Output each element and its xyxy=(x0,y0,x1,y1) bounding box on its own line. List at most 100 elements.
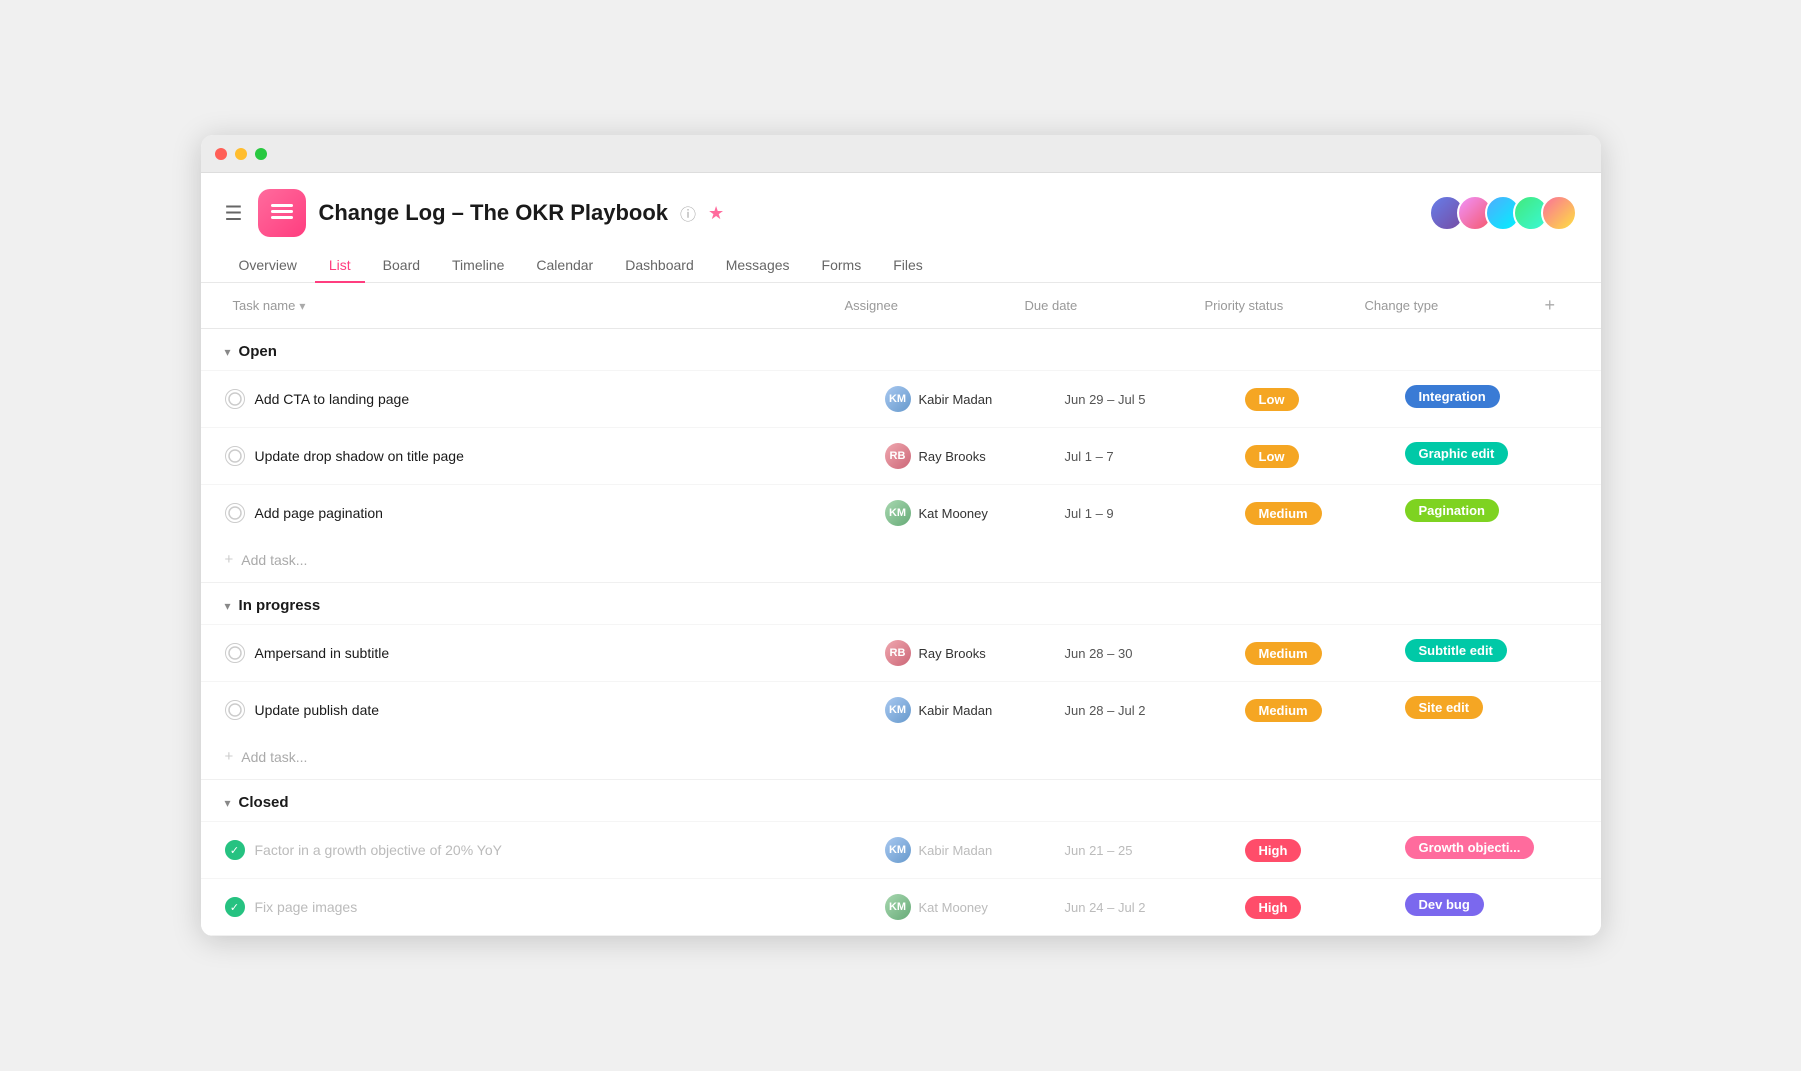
priority-badge[interactable]: Medium xyxy=(1245,699,1322,722)
task-status-icon[interactable] xyxy=(225,389,245,409)
info-icon[interactable]: ⓘ xyxy=(680,201,696,225)
maximize-button[interactable] xyxy=(255,148,267,160)
priority-cell: Medium xyxy=(1237,488,1397,539)
task-name[interactable]: Factor in a growth objective of 20% YoY xyxy=(255,828,502,872)
duedate-cell: Jun 28 – 30 xyxy=(1057,632,1237,675)
close-button[interactable] xyxy=(215,148,227,160)
tab-overview[interactable]: Overview xyxy=(225,249,311,283)
task-status-icon[interactable]: ✓ xyxy=(225,840,245,860)
changetype-cell: Integration xyxy=(1397,371,1577,427)
changetype-badge[interactable]: Graphic edit xyxy=(1405,442,1509,465)
col-header-priority: Priority status xyxy=(1197,286,1357,325)
assignee-name: Kat Mooney xyxy=(919,506,988,521)
task-name-cell: ✓ Fix page images xyxy=(225,885,877,929)
task-status-icon[interactable] xyxy=(225,446,245,466)
duedate-value: Jun 24 – Jul 2 xyxy=(1065,900,1146,915)
assignee-avatar: KM xyxy=(885,386,911,412)
task-status-icon[interactable]: ✓ xyxy=(225,897,245,917)
changetype-badge[interactable]: Growth objecti... xyxy=(1405,836,1535,859)
table-row: Add page pagination KM Kat Mooney Jul 1 … xyxy=(201,484,1601,541)
col-add-header: + xyxy=(1537,283,1577,328)
task-name-cell: Add page pagination xyxy=(225,491,877,535)
star-icon[interactable]: ★ xyxy=(708,203,724,224)
section-closed-header[interactable]: ▾ Closed xyxy=(201,780,1601,821)
tab-calendar[interactable]: Calendar xyxy=(522,249,607,283)
assignee-name: Kabir Madan xyxy=(919,703,993,718)
app-icon xyxy=(258,189,306,237)
changetype-badge[interactable]: Site edit xyxy=(1405,696,1484,719)
section-inprogress-header[interactable]: ▾ In progress xyxy=(201,583,1601,624)
assignee-name: Kabir Madan xyxy=(919,843,993,858)
assignee-name: Ray Brooks xyxy=(919,646,986,661)
task-name[interactable]: Update drop shadow on title page xyxy=(255,434,464,478)
priority-badge[interactable]: Low xyxy=(1245,388,1299,411)
changetype-badge[interactable]: Pagination xyxy=(1405,499,1499,522)
duedate-value: Jun 28 – 30 xyxy=(1065,646,1133,661)
tab-board[interactable]: Board xyxy=(369,249,434,283)
assignee-cell: KM Kabir Madan xyxy=(877,372,1057,426)
priority-badge[interactable]: High xyxy=(1245,839,1302,862)
task-status-icon[interactable] xyxy=(225,643,245,663)
titlebar xyxy=(201,135,1601,173)
add-column-icon[interactable]: + xyxy=(1545,295,1556,316)
assignee-avatar: KM xyxy=(885,697,911,723)
task-sort-icon[interactable]: ▾ xyxy=(299,299,305,313)
task-name[interactable]: Ampersand in subtitle xyxy=(255,631,390,675)
add-task-icon: + xyxy=(225,748,234,765)
app-content: ☰ Change Log – The OKR Playbook ⓘ ★ xyxy=(201,173,1601,936)
duedate-value: Jun 21 – 25 xyxy=(1065,843,1133,858)
changetype-cell: Growth objecti... xyxy=(1397,822,1577,878)
duedate-value: Jul 1 – 7 xyxy=(1065,449,1114,464)
assignee-name: Kat Mooney xyxy=(919,900,988,915)
tab-files[interactable]: Files xyxy=(879,249,937,283)
col-header-changetype: Change type xyxy=(1357,286,1537,325)
add-task-icon: + xyxy=(225,551,234,568)
tab-bar: Overview List Board Timeline Calendar Da… xyxy=(201,249,1601,283)
avatar-5[interactable] xyxy=(1541,195,1577,231)
priority-badge[interactable]: High xyxy=(1245,896,1302,919)
col-header-assignee: Assignee xyxy=(837,286,1017,325)
tab-messages[interactable]: Messages xyxy=(712,249,804,283)
priority-cell: High xyxy=(1237,882,1397,933)
priority-badge[interactable]: Medium xyxy=(1245,502,1322,525)
col-header-task: Task name ▾ xyxy=(225,286,837,325)
duedate-cell: Jun 29 – Jul 5 xyxy=(1057,378,1237,421)
assignee-avatar: KM xyxy=(885,837,911,863)
assignee-cell: KM Kat Mooney xyxy=(877,486,1057,540)
assignee-cell: RB Ray Brooks xyxy=(877,626,1057,680)
add-task-label: Add task... xyxy=(241,552,307,568)
changetype-cell: Dev bug xyxy=(1397,879,1577,935)
duedate-cell: Jul 1 – 9 xyxy=(1057,492,1237,535)
column-headers: Task name ▾ Assignee Due date Priority s… xyxy=(201,283,1601,329)
tab-dashboard[interactable]: Dashboard xyxy=(611,249,708,283)
tab-list[interactable]: List xyxy=(315,249,365,283)
changetype-badge[interactable]: Integration xyxy=(1405,385,1500,408)
tab-timeline[interactable]: Timeline xyxy=(438,249,518,283)
minimize-button[interactable] xyxy=(235,148,247,160)
priority-badge[interactable]: Medium xyxy=(1245,642,1322,665)
task-name[interactable]: Add CTA to landing page xyxy=(255,377,410,421)
changetype-badge[interactable]: Subtitle edit xyxy=(1405,639,1507,662)
task-name[interactable]: Update publish date xyxy=(255,688,380,732)
tab-forms[interactable]: Forms xyxy=(808,249,876,283)
task-status-icon[interactable] xyxy=(225,503,245,523)
menu-icon[interactable]: ☰ xyxy=(225,201,243,226)
task-name-cell: ✓ Factor in a growth objective of 20% Yo… xyxy=(225,828,877,872)
task-name-cell: Update drop shadow on title page xyxy=(225,434,877,478)
section-open-header[interactable]: ▾ Open xyxy=(201,329,1601,370)
changetype-cell: Site edit xyxy=(1397,682,1577,738)
table-row: Ampersand in subtitle RB Ray Brooks Jun … xyxy=(201,624,1601,681)
priority-cell: Low xyxy=(1237,374,1397,425)
changetype-badge[interactable]: Dev bug xyxy=(1405,893,1484,916)
assignee-avatar: KM xyxy=(885,894,911,920)
section-inprogress: ▾ In progress Ampersand in subtitle RB R… xyxy=(201,583,1601,780)
add-task-inprogress[interactable]: + Add task... xyxy=(201,738,1601,779)
task-status-icon[interactable] xyxy=(225,700,245,720)
duedate-cell: Jun 24 – Jul 2 xyxy=(1057,886,1237,929)
section-inprogress-chevron: ▾ xyxy=(225,599,231,613)
task-name[interactable]: Fix page images xyxy=(255,885,358,929)
task-name[interactable]: Add page pagination xyxy=(255,491,383,535)
priority-badge[interactable]: Low xyxy=(1245,445,1299,468)
add-task-label: Add task... xyxy=(241,749,307,765)
add-task-open[interactable]: + Add task... xyxy=(201,541,1601,582)
